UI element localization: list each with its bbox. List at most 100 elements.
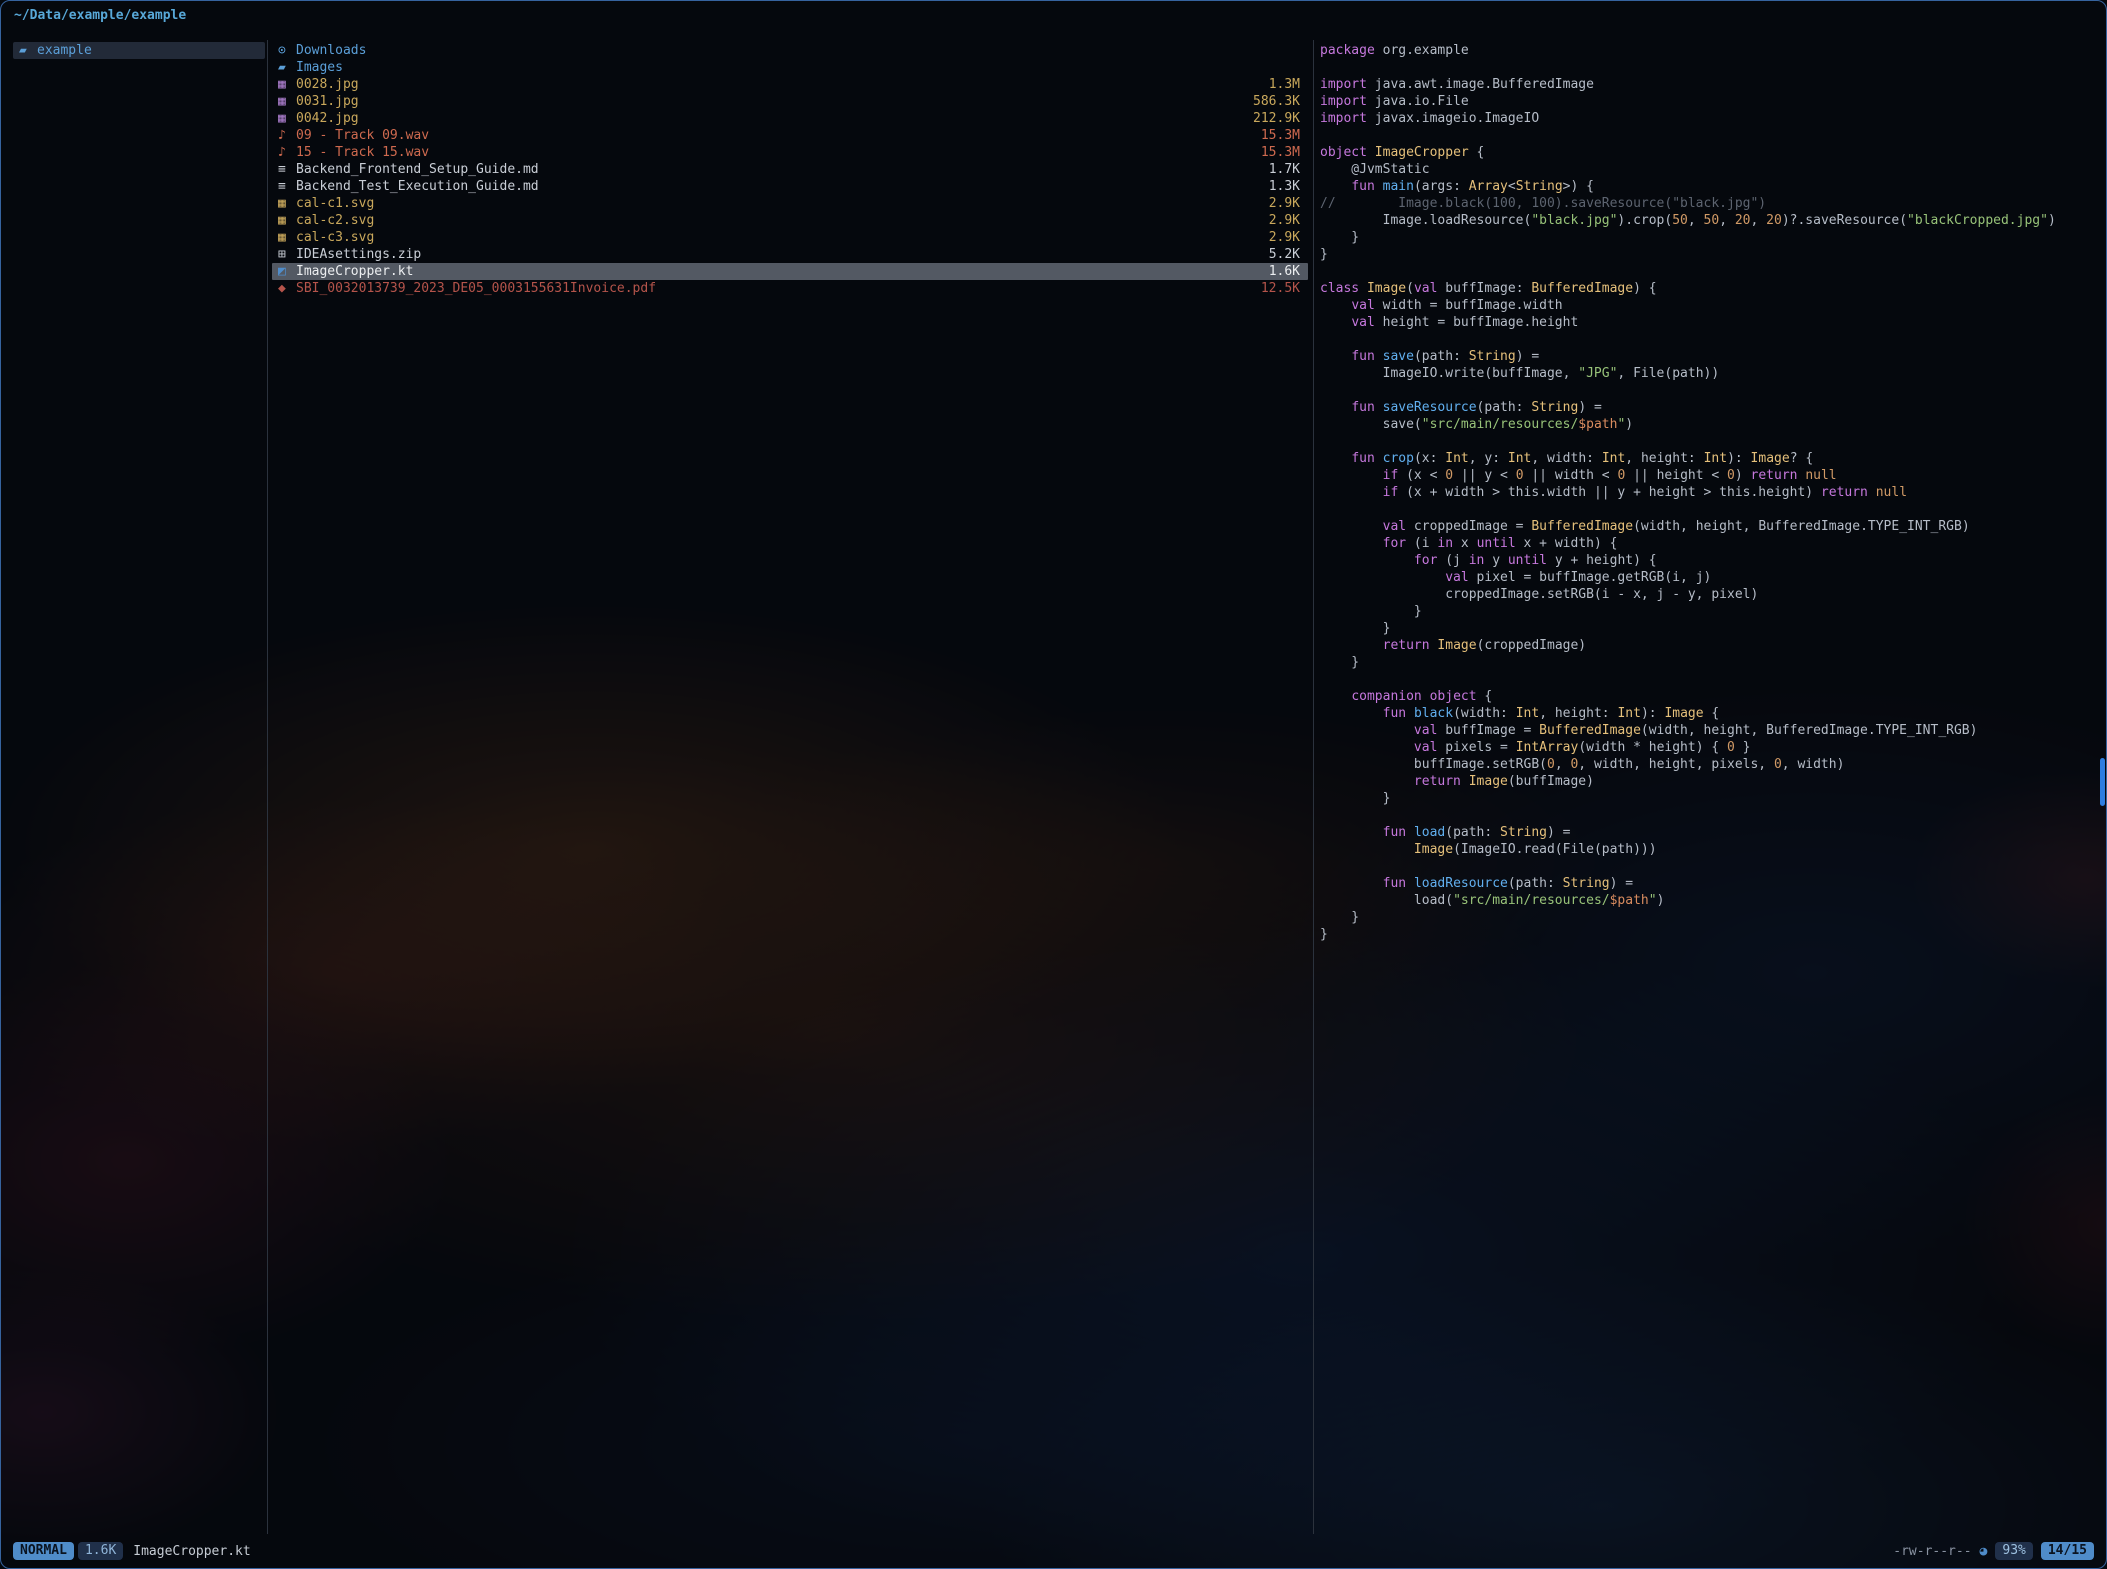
code-line: val width = buffImage.width (1320, 297, 2096, 314)
file-panel: ⊙Downloads▰Images▦0028.jpg1.3M▦0031.jpg5… (272, 42, 1308, 297)
file-name: cal-c3.svg (296, 230, 374, 245)
file-name: Downloads (296, 43, 366, 58)
code-line: } (1320, 620, 2096, 637)
code-line: val pixel = buffImage.getRGB(i, j) (1320, 569, 2096, 586)
code-line: // Image.black(100, 100).saveResource("b… (1320, 195, 2096, 212)
image-icon: ▦ (278, 229, 296, 246)
code-line: return Image(croppedImage) (1320, 637, 2096, 654)
file-size: 1.3K (1269, 178, 1300, 195)
code-line: val croppedImage = BufferedImage(width, … (1320, 518, 2096, 535)
file-row[interactable]: ⊞IDEAsettings.zip5.2K (272, 246, 1308, 263)
code-line: for (j in y until y + height) { (1320, 552, 2096, 569)
file-size: 2.9K (1269, 195, 1300, 212)
file-size: 1.7K (1269, 161, 1300, 178)
file-size: 2.9K (1269, 212, 1300, 229)
code-line (1320, 263, 2096, 280)
code-line: load("src/main/resources/$path") (1320, 892, 2096, 909)
file-row[interactable]: ▦0031.jpg586.3K (272, 93, 1308, 110)
file-size: 15.3M (1261, 144, 1300, 161)
file-row[interactable]: ♪15 - Track 15.wav15.3M (272, 144, 1308, 161)
code-line (1320, 807, 2096, 824)
cursor-position-badge: 14/15 (2041, 1542, 2094, 1560)
folder-icon: ▰ (278, 59, 296, 76)
code-line: croppedImage.setRGB(i - x, j - y, pixel) (1320, 586, 2096, 603)
file-row[interactable]: ≡Backend_Frontend_Setup_Guide.md 1.7K (272, 161, 1308, 178)
code-line (1320, 501, 2096, 518)
preview-panel[interactable]: package org.example import java.awt.imag… (1320, 42, 2096, 1534)
permissions-text: -rw-r--r-- (1893, 1544, 1971, 1559)
file-size: 586.3K (1253, 93, 1300, 110)
code-preview: package org.example import java.awt.imag… (1320, 42, 2096, 943)
folder-icon: ▰ (19, 42, 37, 59)
file-size: 1.6K (1269, 263, 1300, 280)
progress-circle-icon: ◕ (1980, 1544, 1988, 1559)
panel-divider-right (1313, 40, 1314, 1534)
file-row[interactable]: ♪09 - Track 09.wav 15.3M (272, 127, 1308, 144)
audio-icon: ♪ (278, 127, 296, 144)
code-line: import java.io.File (1320, 93, 2096, 110)
file-size: 5.2K (1269, 246, 1300, 263)
file-row[interactable]: ≡Backend_Test_Execution_Guide.md1.3K (272, 178, 1308, 195)
file-row[interactable]: ⊙Downloads (272, 42, 1308, 59)
file-name: Backend_Frontend_Setup_Guide.md (296, 162, 539, 177)
file-size: 15.3M (1261, 127, 1300, 144)
code-line: } (1320, 654, 2096, 671)
code-line: fun crop(x: Int, y: Int, width: Int, hei… (1320, 450, 2096, 467)
code-line: ImageIO.write(buffImage, "JPG", File(pat… (1320, 365, 2096, 382)
code-line: for (i in x until x + width) { (1320, 535, 2096, 552)
cwd-path: ~/Data/example/example (14, 8, 186, 23)
parent-item-example[interactable]: ▰example (13, 42, 265, 59)
code-line: Image(ImageIO.read(File(path))) (1320, 841, 2096, 858)
code-line (1320, 127, 2096, 144)
file-row[interactable]: ◩ImageCropper.kt1.6K (272, 263, 1308, 280)
folder-download-icon: ⊙ (278, 42, 296, 59)
file-row[interactable]: ▦0042.jpg212.9K (272, 110, 1308, 127)
file-row[interactable]: ▦cal-c1.svg 2.9K (272, 195, 1308, 212)
code-line: fun save(path: String) = (1320, 348, 2096, 365)
code-line: } (1320, 246, 2096, 263)
code-line: @JvmStatic (1320, 161, 2096, 178)
image-icon: ▦ (278, 93, 296, 110)
code-line (1320, 331, 2096, 348)
file-row[interactable]: ◆SBI_0032013739_2023_DE05_0003155631Invo… (272, 280, 1308, 297)
code-line: if (x < 0 || y < 0 || width < 0 || heigh… (1320, 467, 2096, 484)
code-line: companion object { (1320, 688, 2096, 705)
image-icon: ▦ (278, 195, 296, 212)
scrollbar-thumb[interactable] (2100, 758, 2105, 806)
file-size: 212.9K (1253, 110, 1300, 127)
markdown-icon: ≡ (278, 178, 296, 195)
pdf-icon: ◆ (278, 280, 296, 297)
code-line: fun main(args: Array<String>) { (1320, 178, 2096, 195)
code-line (1320, 433, 2096, 450)
file-row[interactable]: ▦cal-c2.svg2.9K (272, 212, 1308, 229)
file-size: 1.3M (1269, 76, 1300, 93)
code-line: val height = buffImage.height (1320, 314, 2096, 331)
kotlin-icon: ◩ (278, 263, 296, 280)
file-name: IDEAsettings.zip (296, 247, 421, 262)
file-name: cal-c1.svg (296, 196, 374, 211)
markdown-icon: ≡ (278, 161, 296, 178)
code-line: } (1320, 790, 2096, 807)
code-line (1320, 858, 2096, 875)
file-row[interactable]: ▦0028.jpg1.3M (272, 76, 1308, 93)
code-line: package org.example (1320, 42, 2096, 59)
status-bar: NORMAL 1.6K ImageCropper.kt -rw-r--r-- ◕… (13, 1541, 2094, 1561)
code-line: fun saveResource(path: String) = (1320, 399, 2096, 416)
code-line: } (1320, 909, 2096, 926)
file-name: 09 - Track 09.wav (296, 128, 429, 143)
code-line (1320, 382, 2096, 399)
code-line: } (1320, 603, 2096, 620)
status-filename: ImageCropper.kt (133, 1544, 250, 1559)
file-name: cal-c2.svg (296, 213, 374, 228)
code-line: object ImageCropper { (1320, 144, 2096, 161)
parent-panel: ▰example (13, 42, 265, 59)
file-name: Images (296, 60, 343, 75)
image-icon: ▦ (278, 76, 296, 93)
code-line: return Image(buffImage) (1320, 773, 2096, 790)
status-bar-right: -rw-r--r-- ◕ 93% 14/15 (1893, 1542, 2094, 1560)
code-line: class Image(val buffImage: BufferedImage… (1320, 280, 2096, 297)
code-line: buffImage.setRGB(0, 0, width, height, pi… (1320, 756, 2096, 773)
code-line: import javax.imageio.ImageIO (1320, 110, 2096, 127)
file-row[interactable]: ▰Images (272, 59, 1308, 76)
file-row[interactable]: ▦cal-c3.svg2.9K (272, 229, 1308, 246)
